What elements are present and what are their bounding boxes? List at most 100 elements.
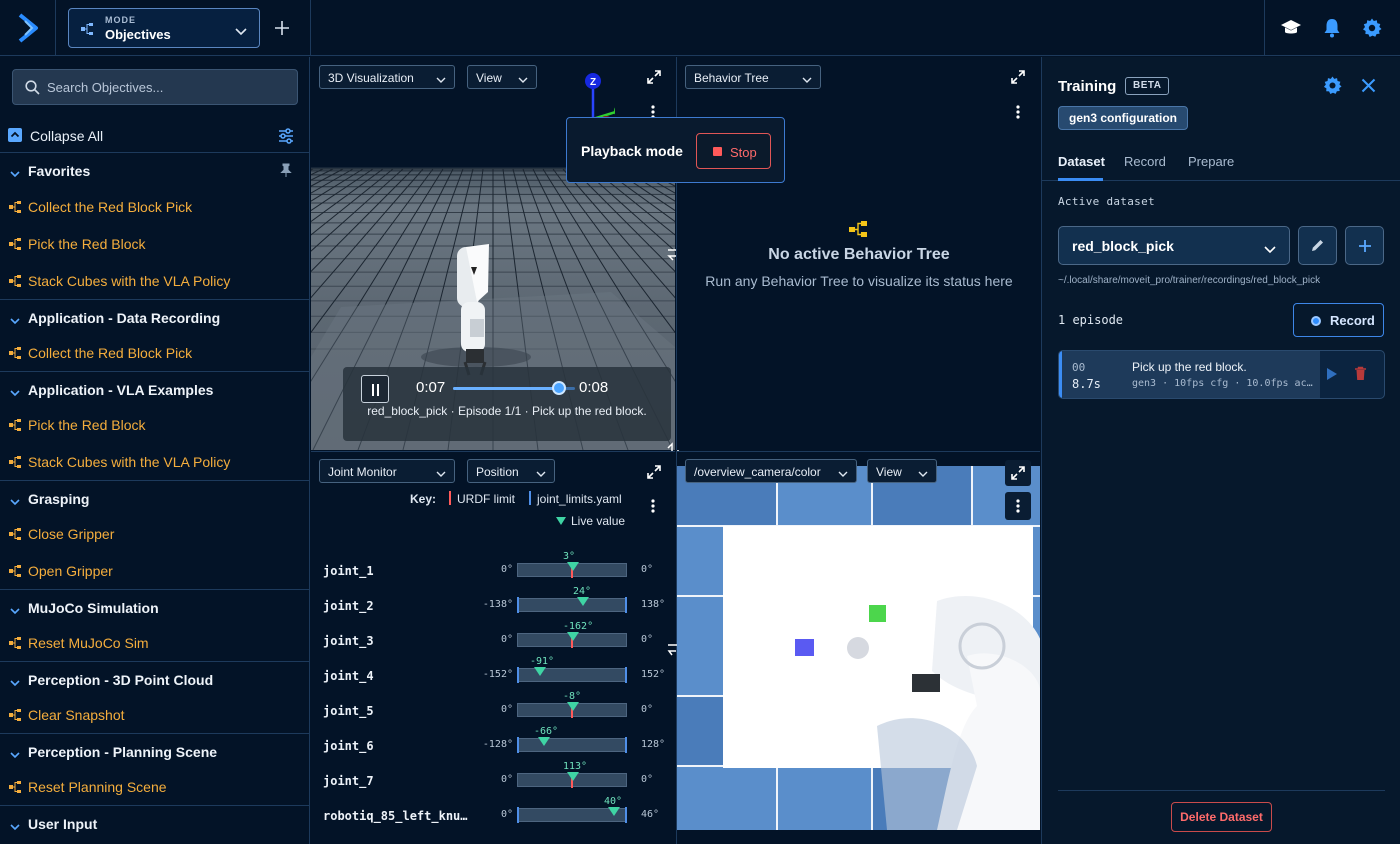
joint-row: joint_5 0° -8° 0° [311,690,675,725]
pause-button[interactable] [361,375,389,403]
bt-panel-select[interactable]: Behavior Tree [685,65,821,89]
active-dataset-label: Active dataset [1058,195,1155,208]
expand-icon[interactable] [1011,70,1025,89]
joint-bar: -8° [517,691,627,718]
top-bar: MODE Objectives [0,0,1400,56]
playback-mode-banner: Playback mode Stop [566,117,785,183]
record-icon [1311,316,1321,326]
settings-button[interactable] [1360,16,1384,40]
group-header[interactable]: Application - VLA Examples [0,371,309,406]
joint-name: joint_6 [323,739,374,753]
swap-horizontal-icon[interactable] [666,640,678,661]
more-button[interactable] [1005,492,1031,520]
group-header[interactable]: Application - Data Recording [0,299,309,334]
objective-item[interactable]: Collect the Red Block Pick [0,334,309,371]
group-header[interactable]: Perception - 3D Point Cloud [0,661,309,696]
joint-monitor-panel: Joint Monitor Position Key: URDF limit j… [311,451,675,844]
3d-visualization-panel[interactable]: 3D Visualization View Z Y 0:07 [311,57,675,450]
objective-item[interactable]: Open Gripper [0,552,309,589]
pin-icon[interactable] [280,163,292,182]
camera-topic-select[interactable]: /overview_camera/color [685,459,857,483]
edit-dataset-button[interactable] [1298,226,1337,265]
mode-select[interactable]: MODE Objectives [68,8,260,48]
objective-item[interactable]: Pick the Red Block [0,406,309,443]
joint-name: joint_4 [323,669,374,683]
learning-button[interactable] [1279,16,1303,40]
training-settings-button[interactable] [1323,76,1342,100]
collapse-all-row[interactable]: Collapse All [0,119,309,153]
group-header[interactable]: Favorites [0,153,309,188]
joint-bar: -91° [517,656,627,683]
expand-icon[interactable] [647,70,661,89]
live-value-marker [567,772,579,781]
add-mode-button[interactable] [270,16,294,40]
episode-row[interactable]: 00 8.7s Pick up the red block. gen3 · 10… [1058,350,1385,399]
objective-item[interactable]: Stack Cubes with the VLA Policy [0,443,309,480]
tab-dataset[interactable]: Dataset [1058,154,1105,169]
playback-scrubber[interactable] [453,381,575,395]
graduation-cap-icon [1281,20,1301,34]
notifications-button[interactable] [1320,16,1344,40]
filter-settings-icon[interactable] [278,128,294,149]
objective-tree-icon [9,274,21,292]
objective-item[interactable]: Stack Cubes with the VLA Policy [0,262,309,299]
more-vertical-icon[interactable] [651,499,655,518]
group-header[interactable]: Grasping [0,480,309,515]
objective-name: Collect the Red Block Pick [28,199,193,215]
expand-icon[interactable] [647,465,661,484]
joint-limit-marker [625,597,627,613]
dataset-select[interactable]: red_block_pick [1058,226,1290,265]
group-name: Grasping [28,491,90,507]
scrubber-handle[interactable] [552,381,567,395]
objective-name: Pick the Red Block [28,236,146,252]
chevron-down-icon [10,165,20,183]
joint-min: 0° [500,809,513,820]
more-vertical-icon[interactable] [1016,105,1020,124]
objective-tree-icon [9,708,21,726]
record-button[interactable]: Record [1293,303,1384,337]
app-logo[interactable] [0,0,56,56]
play-episode-icon[interactable] [1326,367,1338,386]
objective-item[interactable]: Close Gripper [0,515,309,552]
joint-row: joint_4 -152° -91° 152° [311,655,675,690]
stop-button[interactable]: Stop [696,133,771,169]
beta-badge: BETA [1125,77,1170,95]
objective-name: Clear Snapshot [28,707,125,723]
add-dataset-button[interactable] [1345,226,1384,265]
live-value-marker [538,737,550,746]
expand-button[interactable] [1005,460,1031,486]
joint-row: robotiq_85_left_knuckle_joint 0° 40° 46° [311,795,675,830]
close-button[interactable] [1361,78,1376,98]
joint-max: 46° [641,809,660,820]
jm-mode-select[interactable]: Position [467,459,555,483]
viz-view-select[interactable]: View [467,65,537,89]
objective-name: Stack Cubes with the VLA Policy [28,273,231,289]
chevron-down-icon [10,493,20,511]
objective-item[interactable]: Collect the Red Block Pick [0,188,309,225]
delete-episode-icon[interactable] [1354,366,1367,386]
objective-item[interactable]: Pick the Red Block [0,225,309,262]
viz-type-select[interactable]: 3D Visualization [319,65,455,89]
joint-value: -91° [530,656,555,667]
camera-view-select[interactable]: View [867,459,937,483]
group-header[interactable]: Perception - Planning Scene [0,733,309,768]
playback-controls: 0:07 0:08 red_block_pick · Episode 1/1 ·… [343,367,671,441]
objectives-sidebar: Collapse All Favorites Collect the Red Bl… [0,57,310,844]
delete-dataset-button[interactable]: Delete Dataset [1171,802,1272,832]
search-input[interactable] [47,70,287,104]
objective-groups: Favorites Collect the Red Block Pick Pick … [0,153,309,840]
jm-panel-select[interactable]: Joint Monitor [319,459,455,483]
config-chip[interactable]: gen3 configuration [1058,106,1188,130]
axis-z-label: Z [590,77,596,88]
chevron-down-icon [10,674,20,692]
group-name: Application - Data Recording [28,310,221,326]
close-icon [1361,78,1376,93]
objective-item[interactable]: Reset MuJoCo Sim [0,624,309,661]
tab-prepare[interactable]: Prepare [1188,154,1234,169]
group-header[interactable]: MuJoCo Simulation [0,589,309,624]
tab-record[interactable]: Record [1124,154,1166,169]
joint-min: -138° [482,599,513,610]
objective-item[interactable]: Clear Snapshot [0,696,309,733]
objective-item[interactable]: Reset Planning Scene [0,768,309,805]
group-header[interactable]: User Input [0,805,309,840]
